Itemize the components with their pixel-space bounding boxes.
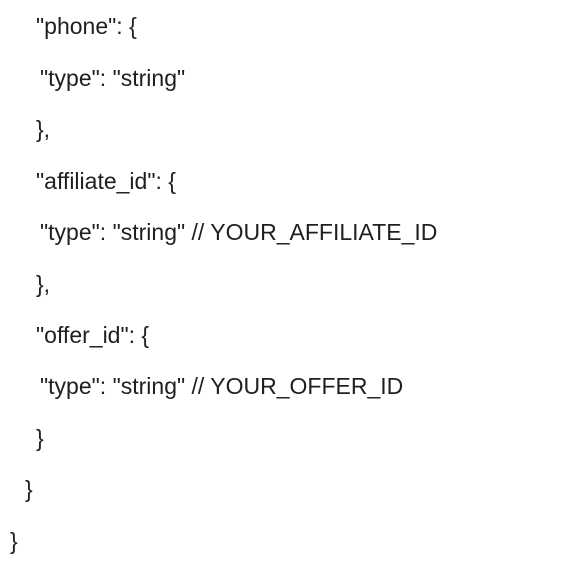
code-line: "offer_id": { (36, 322, 150, 348)
code-line: "phone": { (36, 13, 137, 39)
code-line: "affiliate_id": { (36, 168, 176, 194)
code-line: "type": "string" (40, 65, 186, 91)
code-line: "type": "string" // YOUR_OFFER_ID (40, 373, 404, 399)
code-snippet: "phone": { "type": "string" }, "affiliat… (0, 0, 566, 574)
code-line: } (36, 425, 44, 451)
code-line: }, (36, 116, 51, 142)
code-line: }, (36, 271, 51, 297)
code-line: } (10, 528, 18, 554)
code-line: "type": "string" // YOUR_AFFILIATE_ID (40, 219, 438, 245)
code-line: } (25, 476, 33, 502)
